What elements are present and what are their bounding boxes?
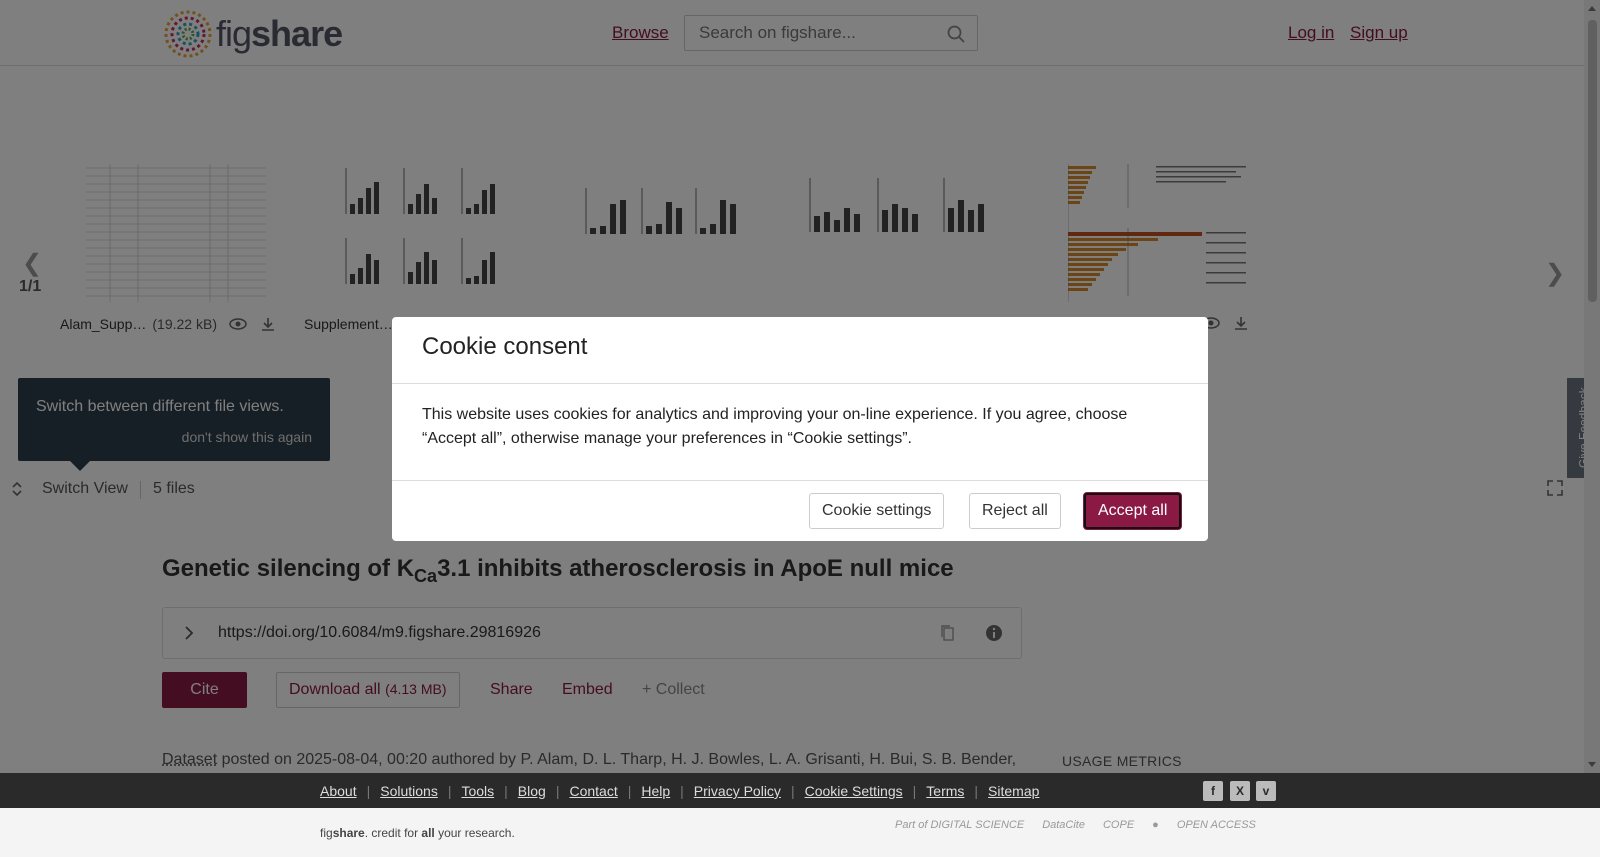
footer-link-help[interactable]: Help bbox=[641, 783, 670, 799]
cope-logo[interactable]: COPE bbox=[1103, 819, 1134, 831]
footer-tagline: figshare. credit for all your research. bbox=[320, 826, 515, 840]
footer-link-tools[interactable]: Tools bbox=[461, 783, 494, 799]
vimeo-icon[interactable]: v bbox=[1256, 781, 1276, 801]
divider bbox=[392, 480, 1208, 481]
footer-link-about[interactable]: About bbox=[320, 783, 357, 799]
footer-bottom: figshare. credit for all your research. … bbox=[0, 808, 1600, 857]
footer-nav: About | Solutions | Tools | Blog | Contact | … bbox=[0, 773, 1600, 808]
dialog-title: Cookie consent bbox=[422, 333, 588, 360]
cookie-settings-button[interactable]: Cookie settings bbox=[809, 493, 945, 529]
footer-link-solutions[interactable]: Solutions bbox=[380, 783, 438, 799]
globe-icon[interactable]: ● bbox=[1152, 819, 1159, 831]
dialog-body: This website uses cookies for analytics … bbox=[422, 406, 1128, 447]
footer-links: About | Solutions | Tools | Blog | Contact | … bbox=[320, 783, 1040, 799]
digital-science-logo[interactable]: Part of DIGITAL SCIENCE bbox=[895, 819, 1024, 831]
datacite-logo[interactable]: DataCite bbox=[1042, 819, 1085, 831]
reject-all-button[interactable]: Reject all bbox=[969, 493, 1061, 529]
partner-logos: Part of DIGITAL SCIENCE DataCite COPE ● … bbox=[895, 819, 1256, 831]
site-footer: About | Solutions | Tools | Blog | Contact | … bbox=[0, 773, 1600, 857]
footer-link-sitemap[interactable]: Sitemap bbox=[988, 783, 1039, 799]
facebook-icon[interactable]: f bbox=[1203, 781, 1223, 801]
divider bbox=[392, 383, 1208, 384]
cookie-consent-dialog: Cookie consent This website uses cookies… bbox=[392, 317, 1208, 541]
footer-link-cookie-settings[interactable]: Cookie Settings bbox=[805, 783, 903, 799]
footer-link-privacy[interactable]: Privacy Policy bbox=[694, 783, 781, 799]
footer-link-terms[interactable]: Terms bbox=[926, 783, 964, 799]
footer-link-contact[interactable]: Contact bbox=[569, 783, 617, 799]
footer-link-blog[interactable]: Blog bbox=[518, 783, 546, 799]
accept-all-button[interactable]: Accept all bbox=[1084, 493, 1182, 529]
open-access-logo[interactable]: OPEN ACCESS bbox=[1177, 819, 1256, 831]
x-icon[interactable]: X bbox=[1230, 781, 1250, 801]
